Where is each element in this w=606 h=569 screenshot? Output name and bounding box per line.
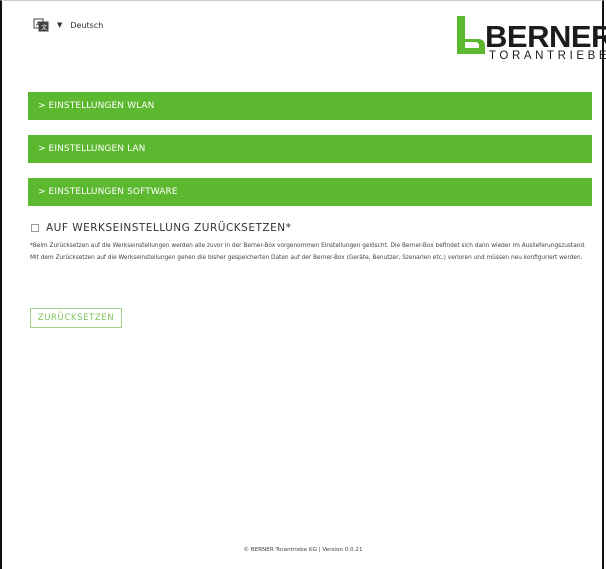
factory-reset-title: AUF WERKSEINSTELLUNG ZURÜCKSETZEN* — [46, 222, 292, 234]
factory-reset-row: AUF WERKSEINSTELLUNG ZURÜCKSETZEN* — [31, 222, 291, 234]
section-label: EINSTELLUNGEN SOFTWARE — [48, 187, 178, 197]
svg-text:文: 文 — [41, 24, 47, 32]
berner-logo: BERNER TORANTRIEBE — [452, 15, 606, 70]
footer-copyright: © BERNER Torantriebe KG | Version 0.0.21 — [243, 547, 363, 553]
language-label[interactable]: Deutsch — [70, 21, 103, 30]
section-label: EINSTELLUNGEN WLAN — [48, 101, 155, 111]
section-software-settings[interactable]: > EINSTELLUNGEN SOFTWARE — [28, 178, 592, 206]
factory-reset-checkbox[interactable] — [31, 224, 39, 232]
berner-logo-mark — [457, 16, 485, 54]
logo-brand: BERNER — [485, 19, 606, 54]
caret-down-icon[interactable]: ▼ — [57, 21, 62, 29]
language-icon: A 文 — [33, 17, 49, 33]
factory-reset-note: *Beim Zurücksetzen auf die Werkseinstell… — [30, 243, 586, 261]
window-frame — [0, 0, 604, 569]
section-label: EINSTELLUNGEN LAN — [48, 144, 146, 154]
section-lan-settings[interactable]: > EINSTELLUNGEN LAN — [28, 135, 592, 163]
section-wlan-settings[interactable]: > EINSTELLUNGEN WLAN — [28, 92, 592, 120]
chevron-right-icon: > — [38, 187, 46, 197]
chevron-right-icon: > — [38, 101, 46, 111]
language-selector[interactable]: A 文 ▼ Deutsch — [33, 17, 103, 33]
logo-subtitle: TORANTRIEBE — [489, 50, 606, 62]
reset-button[interactable]: ZURÜCKSETZEN — [30, 308, 122, 328]
chevron-right-icon: > — [38, 144, 46, 154]
